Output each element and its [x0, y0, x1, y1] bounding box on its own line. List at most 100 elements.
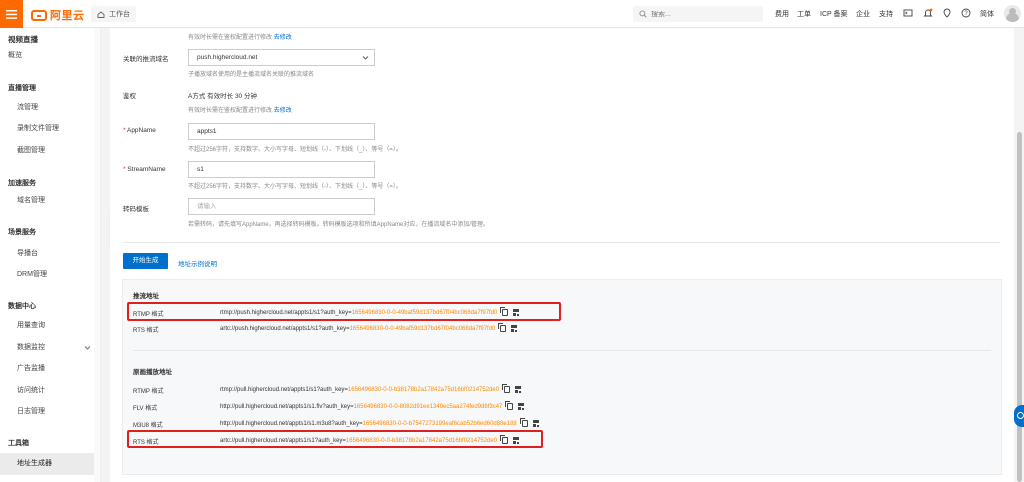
qrcode-icon[interactable]	[518, 403, 525, 410]
chevron-down-icon	[362, 56, 369, 60]
copy-icon[interactable]	[502, 384, 511, 393]
address-generator-card: 有效时长需在鉴权配置进行修改 去修改 关联的推流域名 push.highercl…	[110, 28, 1014, 482]
nav-enterprise[interactable]: 企业	[856, 9, 870, 19]
push-rts-label: RTS 格式	[133, 328, 159, 334]
workbench-label: 工作台	[109, 11, 130, 18]
workbench-button[interactable]: 工作台	[91, 6, 136, 22]
sidebar-item-recordings[interactable]: 录制文件管理	[0, 118, 100, 140]
sidebar: 视频直播 概览 直播管理 流管理 录制文件管理 截图管理 加速服务 域名管理 场…	[0, 28, 101, 482]
generate-button[interactable]: 开始生成	[123, 253, 168, 269]
sidebar-item-ad-monitor[interactable]: 广告监播	[0, 358, 100, 380]
main-content: 有效时长需在鉴权配置进行修改 去修改 关联的推流域名 push.highercl…	[110, 28, 1014, 482]
sidebar-title: 视频直播	[8, 35, 38, 44]
terminal-icon[interactable]	[903, 8, 913, 18]
transcode-hint: 若需转码，请先填写AppName，再选择转码模板。转码模板选项和所填AppNam…	[188, 222, 490, 228]
language-switch[interactable]: 简体	[980, 9, 994, 19]
auth-hint: 有效时长需在鉴权配置进行修改 去修改	[188, 108, 292, 114]
sidebar-section-toolbox: 工具箱	[8, 440, 29, 447]
push-domain-value: push.highercloud.net	[197, 54, 258, 61]
play-flv-label: FLV 格式	[133, 406, 158, 412]
push-address-title: 推流地址	[133, 293, 159, 300]
search-icon	[639, 10, 647, 18]
sidebar-item-streams[interactable]: 流管理	[0, 97, 100, 119]
aliyun-logo-icon	[31, 9, 47, 21]
appname-input[interactable]: appts1	[188, 123, 375, 140]
top-hint: 有效时长需在鉴权配置进行修改 去修改	[188, 35, 292, 41]
nav-support[interactable]: 支持	[879, 9, 893, 19]
qrcode-icon[interactable]	[513, 437, 520, 444]
top-bar: 阿里云 工作台 费用 工单 ICP 备案 企业 支持 ? 简体	[0, 0, 1024, 28]
auth-label: 鉴权	[123, 93, 136, 100]
play-m3u8-url: http://pull.highercloud.net/appts1/s1.m3…	[220, 418, 539, 427]
transcode-input[interactable]: 请输入	[188, 198, 375, 215]
divider	[133, 350, 991, 351]
play-m3u8-label: M3U8 格式	[133, 423, 163, 429]
sidebar-section-data: 数据中心	[8, 303, 36, 310]
play-address-title: 原画播放地址	[133, 369, 172, 376]
nav-icp[interactable]: ICP 备案	[820, 9, 848, 19]
sidebar-item-overview[interactable]: 概览	[0, 45, 100, 67]
copy-icon[interactable]	[519, 418, 528, 427]
push-rts-url: artc://push.highercloud.net/appts1/s1?au…	[220, 323, 518, 332]
search-box[interactable]	[633, 6, 763, 22]
sidebar-item-director[interactable]: 导播台	[0, 243, 100, 265]
location-icon[interactable]	[942, 8, 952, 18]
nav-billing[interactable]: 费用	[775, 9, 789, 19]
streamname-label: * StreamName	[123, 166, 166, 173]
scrollbar-thumb[interactable]	[1017, 132, 1022, 482]
streamname-input[interactable]: s1	[188, 161, 375, 178]
push-domain-label: 关联的推流域名	[123, 56, 169, 63]
sidebar-item-domains[interactable]: 域名管理	[0, 190, 100, 212]
copy-icon[interactable]	[500, 307, 509, 316]
search-input[interactable]	[651, 10, 751, 18]
bell-icon[interactable]	[923, 8, 933, 18]
push-rtmp-url: rtmp://push.highercloud.net/appts1/s1?au…	[220, 307, 520, 316]
copy-icon[interactable]	[505, 401, 514, 410]
push-domain-hint: 子播放域名使用的是主播流域名关联的推流域名	[188, 72, 315, 78]
auth-value: A方式 有效时长 30 分钟	[188, 93, 257, 100]
home-icon	[97, 10, 105, 18]
nav-tickets[interactable]: 工单	[797, 9, 811, 19]
play-rtmp-label: RTMP 格式	[133, 389, 164, 395]
streamname-hint: 不超过256字符，支持数字、大小写字母、短划线（-）、下划线（_）、等号（=）。	[188, 184, 402, 190]
menu-icon[interactable]	[0, 0, 23, 28]
sidebar-item-stats[interactable]: 访问统计	[0, 380, 100, 402]
qrcode-icon[interactable]	[515, 386, 522, 393]
qrcode-icon[interactable]	[532, 420, 539, 427]
sidebar-item-logs[interactable]: 日志管理	[0, 401, 100, 423]
address-example-link[interactable]: 地址示例说明	[178, 258, 217, 268]
top-modify-link[interactable]: 去修改	[274, 35, 292, 41]
divider	[123, 242, 1000, 243]
sidebar-item-snapshots[interactable]: 截图管理	[0, 140, 100, 162]
play-rts-url: artc://pull.highercloud.net/appts1/s1?au…	[220, 435, 520, 444]
appname-label: * AppName	[123, 127, 156, 134]
sidebar-item-usage[interactable]: 用量查询	[0, 315, 100, 337]
sidebar-item-monitoring-label: 数据监控	[17, 344, 45, 351]
push-domain-select[interactable]: push.highercloud.net	[188, 49, 375, 66]
result-panel: 推流地址 RTMP 格式 rtmp://push.highercloud.net…	[122, 279, 1002, 475]
qrcode-icon[interactable]	[511, 325, 518, 332]
play-rts-label: RTS 格式	[133, 440, 159, 446]
sidebar-item-address-generator[interactable]: 地址生成器	[0, 453, 100, 475]
avatar[interactable]	[1004, 5, 1021, 22]
auth-modify-link[interactable]: 去修改	[274, 108, 292, 114]
chevron-down-icon	[84, 346, 91, 350]
sidebar-section-live: 直播管理	[8, 85, 36, 92]
brand-name: 阿里云	[50, 10, 85, 22]
transcode-label: 转码模板	[123, 206, 149, 213]
help-icon[interactable]: ?	[961, 8, 971, 18]
sidebar-section-acceleration: 加速服务	[8, 180, 36, 187]
sidebar-item-drm[interactable]: DRM管理	[0, 264, 100, 286]
push-rtmp-label: RTMP 格式	[133, 312, 164, 318]
play-rtmp-url: rtmp://pull.highercloud.net/appts1/s1?au…	[220, 384, 522, 393]
play-flv-url: http://pull.highercloud.net/appts1/s1.fl…	[220, 401, 525, 410]
floating-help-button[interactable]	[1014, 405, 1024, 427]
qrcode-icon[interactable]	[513, 309, 520, 316]
copy-icon[interactable]	[498, 323, 507, 332]
copy-icon[interactable]	[500, 435, 509, 444]
sidebar-scrollbar[interactable]	[94, 28, 100, 482]
sidebar-item-monitoring[interactable]: 数据监控	[0, 337, 100, 359]
brand-logo[interactable]: 阿里云	[31, 7, 85, 23]
sidebar-section-scenes: 场景服务	[8, 229, 36, 236]
appname-hint: 不超过256字符，支持数字、大小写字母、短划线（-）、下划线（_）、等号（=）。	[188, 147, 402, 153]
